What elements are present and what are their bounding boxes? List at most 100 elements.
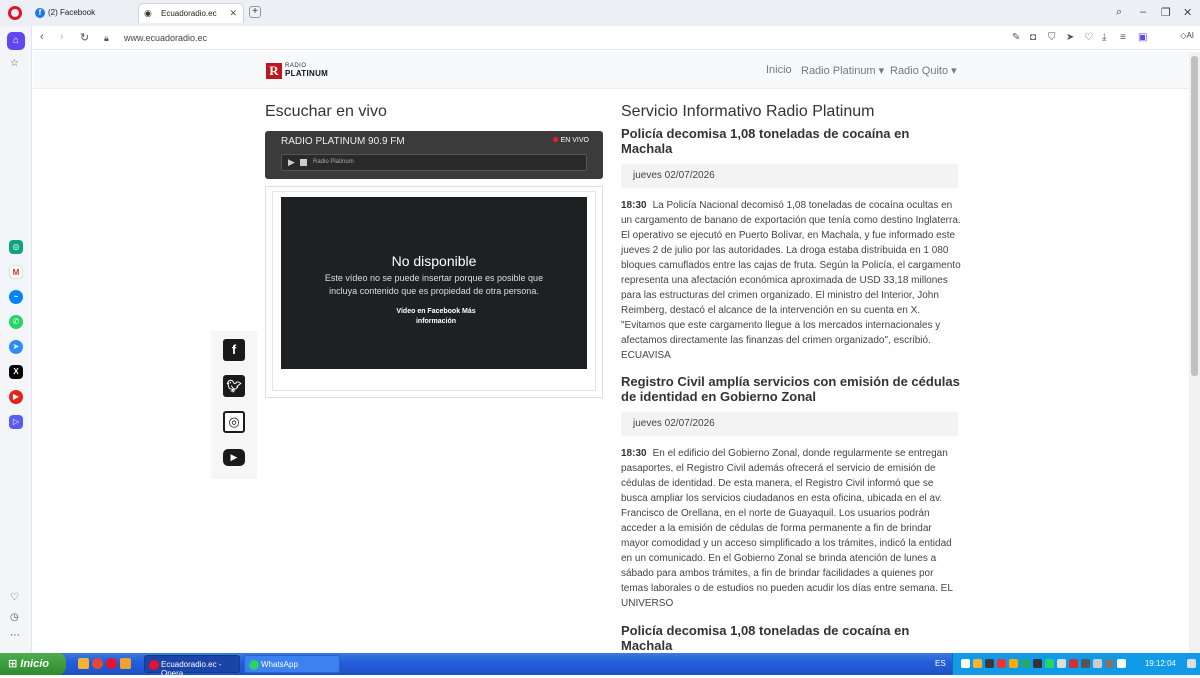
- article-date: jueves 02/07/2026: [621, 412, 958, 436]
- url-field[interactable]: www.ecuadoradio.ec: [124, 33, 207, 43]
- extension-icon[interactable]: ▣: [1138, 32, 1147, 43]
- station-name: RADIO PLATINUM 90.9 FM: [281, 136, 405, 147]
- shield-icon[interactable]: ⛉: [1048, 32, 1056, 43]
- play-icon[interactable]: ▶: [288, 157, 295, 168]
- tray-icon[interactable]: [997, 659, 1006, 668]
- tray-icon[interactable]: [1069, 659, 1078, 668]
- tray-icon[interactable]: [1057, 659, 1066, 668]
- restore-icon[interactable]: ❐: [1161, 6, 1171, 19]
- address-bar: ‹ › ↻ 🔒︎ www.ecuadoradio.ec ✎ ◘ ⛉ ➤ ♡ ⤓ …: [32, 26, 1200, 50]
- star-icon[interactable]: ☆: [10, 58, 19, 69]
- opera-logo-icon[interactable]: [8, 6, 22, 20]
- tab-facebook[interactable]: f (2) Facebook: [30, 3, 134, 23]
- start-button[interactable]: ⊞ Inicio: [0, 653, 66, 675]
- clock[interactable]: 19:12:04: [1145, 659, 1176, 668]
- explorer-icon[interactable]: [78, 658, 89, 669]
- tray-icon[interactable]: [961, 659, 970, 668]
- volume-icon[interactable]: [1117, 659, 1126, 668]
- video-unavailable-message: Este vídeo no se puede insertar porque e…: [324, 273, 544, 296]
- whatsapp-icon[interactable]: ✆: [9, 315, 23, 329]
- home-icon[interactable]: ⌂: [7, 32, 25, 50]
- x-icon[interactable]: X: [9, 365, 23, 379]
- video-unavailable-title: No disponible: [391, 253, 477, 269]
- close-window-icon[interactable]: ✕: [1183, 6, 1192, 19]
- aria-ai-button[interactable]: ◇AI: [1180, 31, 1194, 40]
- tray-icon[interactable]: [985, 659, 994, 668]
- minimize-icon[interactable]: –: [1140, 6, 1146, 18]
- opera-icon[interactable]: [106, 658, 117, 669]
- whatsapp-task-icon: [249, 660, 259, 670]
- speaker-icon: ◉: [144, 8, 152, 18]
- facebook-tab-icon: f: [35, 8, 45, 18]
- more-icon[interactable]: ⋯: [10, 630, 20, 641]
- facebook-video-embed[interactable]: No disponible Este vídeo no se puede ins…: [281, 197, 587, 369]
- gmail-icon[interactable]: M: [9, 265, 23, 279]
- twitter-icon[interactable]: 🐦︎: [223, 375, 245, 397]
- tray-icon[interactable]: [1093, 659, 1102, 668]
- opera-task-icon: [149, 660, 159, 670]
- edit-icon[interactable]: ✎: [1012, 32, 1020, 43]
- send-icon[interactable]: ➤: [1066, 32, 1074, 43]
- heart-icon[interactable]: ♡: [10, 592, 19, 603]
- live-badge: EN VIVO: [552, 137, 589, 144]
- radio-player: RADIO PLATINUM 90.9 FM EN VIVO ▶ Radio P…: [265, 131, 603, 179]
- web-page: R RADIO PLATINUM Inicio Radio Platinum ▾…: [33, 51, 1189, 653]
- windows-taskbar: ⊞ Inicio Ecuadoradio.ec - Opera WhatsApp…: [0, 653, 1200, 678]
- tray-icon[interactable]: [1105, 659, 1114, 668]
- lock-icon: 🔒︎: [104, 33, 109, 43]
- new-tab-button[interactable]: +: [249, 6, 261, 18]
- telegram-icon[interactable]: ➤: [9, 340, 23, 354]
- radio-platinum-logo[interactable]: R RADIO PLATINUM: [266, 63, 336, 79]
- heart-icon[interactable]: ♡: [1084, 32, 1093, 43]
- tray-icon[interactable]: [1081, 659, 1090, 668]
- scrollbar-thumb[interactable]: [1191, 56, 1198, 376]
- news-heading: Servicio Informativo Radio Platinum: [621, 103, 875, 120]
- show-desktop-icon[interactable]: [1187, 659, 1196, 668]
- chrome-icon[interactable]: [92, 658, 103, 669]
- tray-icon[interactable]: [973, 659, 982, 668]
- site-navbar: R RADIO PLATINUM Inicio Radio Platinum ▾…: [33, 51, 1189, 89]
- menu-radio-platinum[interactable]: Radio Platinum ▾: [801, 64, 884, 77]
- article-title[interactable]: Policía decomisa 1,08 toneladas de cocaí…: [621, 126, 961, 156]
- history-icon[interactable]: ◷: [10, 612, 19, 623]
- article-body: 18:30 La Policía Nacional decomisó 1,08 t…: [621, 200, 961, 361]
- tab-ecuadoradio[interactable]: ◉ Ecuadoradio.ec ✕: [138, 3, 244, 23]
- music-icon[interactable]: ▶: [9, 390, 23, 404]
- camera-icon[interactable]: ◘: [1030, 32, 1036, 43]
- messenger-icon[interactable]: ~: [9, 290, 23, 304]
- language-indicator[interactable]: ES: [935, 659, 946, 668]
- close-tab-icon[interactable]: ✕: [229, 8, 237, 19]
- video-embed-frame: No disponible Este vídeo no se puede ins…: [265, 186, 603, 398]
- task-whatsapp[interactable]: WhatsApp: [244, 655, 340, 673]
- browser-tab-bar: f (2) Facebook ◉ Ecuadoradio.ec ✕ + ⌕ – …: [0, 0, 1200, 26]
- article-date: jueves 02/07/2026: [621, 164, 958, 188]
- tray-icon[interactable]: [1021, 659, 1030, 668]
- back-icon[interactable]: ‹: [40, 31, 44, 43]
- stop-icon[interactable]: [300, 159, 307, 166]
- youtube-icon[interactable]: ▶: [223, 449, 245, 466]
- article-title[interactable]: Policía decomisa 1,08 toneladas de cocaí…: [621, 623, 961, 653]
- folder-icon[interactable]: [120, 658, 131, 669]
- download-icon[interactable]: ⤓: [1102, 32, 1106, 43]
- facebook-icon[interactable]: f: [223, 339, 245, 361]
- instagram-icon[interactable]: ◎: [223, 411, 245, 433]
- search-tabs-icon[interactable]: ⌕: [1116, 6, 1122, 19]
- article-title[interactable]: Registro Civil amplía servicios con emis…: [621, 374, 961, 404]
- menu-radio-quito[interactable]: Radio Quito ▾: [890, 64, 957, 77]
- page-scrollbar[interactable]: [1189, 52, 1200, 653]
- tray-icon[interactable]: [1009, 659, 1018, 668]
- reload-icon[interactable]: ↻: [80, 31, 89, 44]
- task-opera[interactable]: Ecuadoradio.ec - Opera: [144, 655, 240, 678]
- tab-label: Ecuadoradio.ec: [161, 9, 217, 18]
- tray-icon[interactable]: [1033, 659, 1042, 668]
- live-heading: Escuchar en vivo: [265, 103, 387, 120]
- menu-inicio[interactable]: Inicio: [766, 64, 792, 76]
- chatgpt-icon[interactable]: ◎: [9, 240, 23, 254]
- menu-icon[interactable]: ≡: [1120, 32, 1126, 43]
- player-icon[interactable]: ▷: [9, 415, 23, 429]
- system-tray: 19:12:04: [952, 653, 1200, 675]
- video-links[interactable]: Vídeo en Facebook Más información: [381, 307, 491, 327]
- tray-icon[interactable]: [1045, 659, 1054, 668]
- forward-icon[interactable]: ›: [60, 31, 64, 43]
- player-controls: ▶ Radio Platinum: [281, 154, 587, 171]
